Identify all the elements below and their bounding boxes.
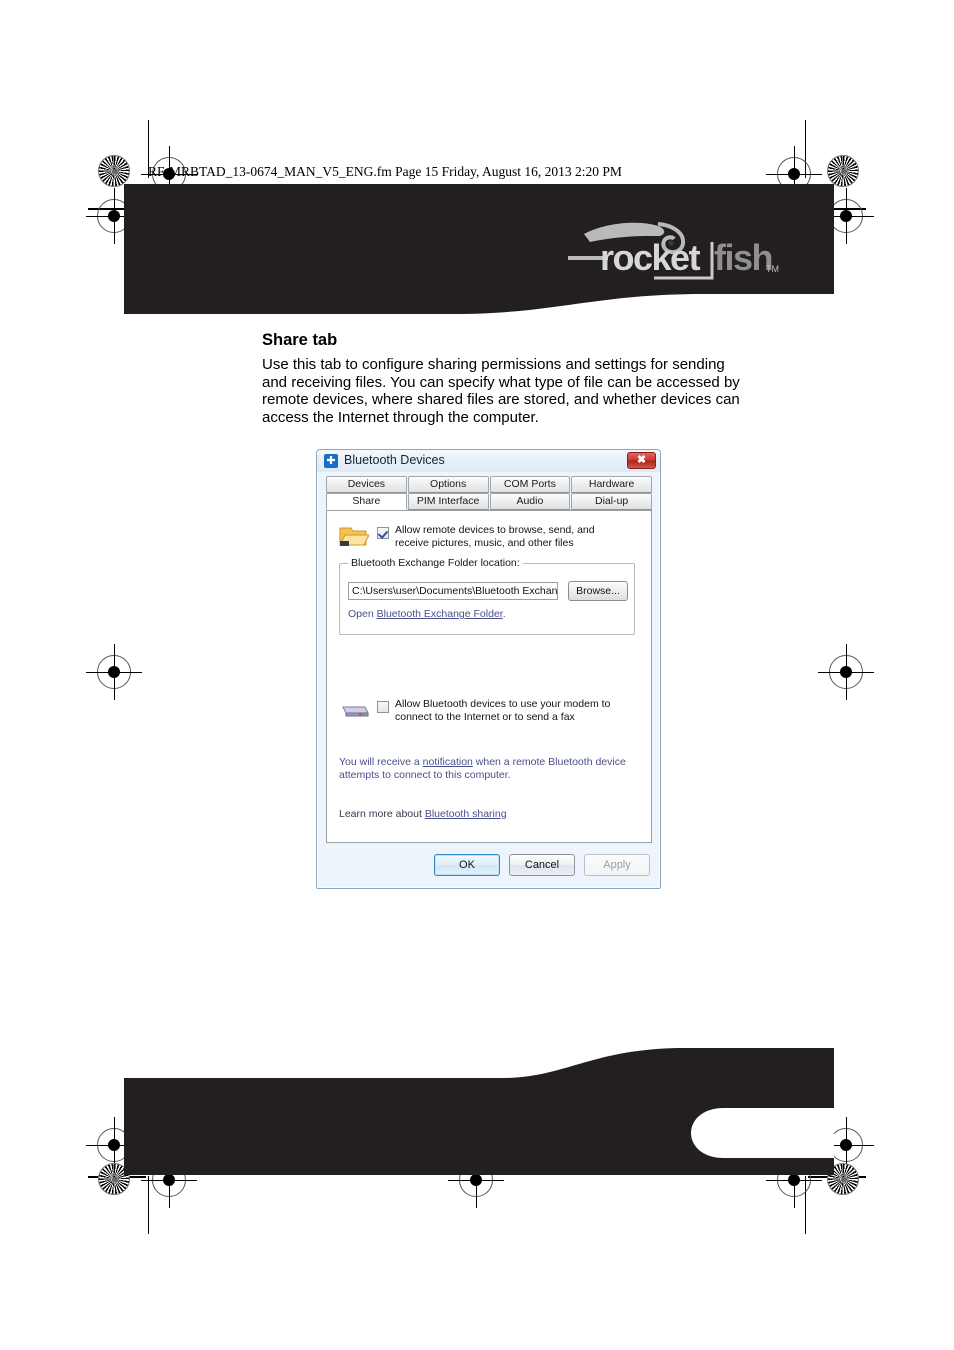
footer-page-number: 15: [751, 1083, 780, 1111]
note-part-1: You will receive a: [339, 756, 423, 768]
ok-button[interactable]: OK: [434, 854, 500, 876]
tab-hardware[interactable]: Hardware: [571, 476, 652, 493]
printed-page: rocket fish TM RF-MRBTAD_13-0674_MAN_V5_…: [0, 0, 954, 1350]
svg-text:TM: TM: [766, 264, 779, 274]
svg-text:fish: fish: [714, 237, 772, 278]
notification-link[interactable]: notification: [423, 756, 473, 768]
allow-modem-label: Allow Bluetooth devices to use your mode…: [395, 698, 611, 723]
dialog-button-bar: OK Cancel Apply: [317, 854, 662, 878]
tab-row-1: Devices Options COM Ports Hardware: [326, 476, 652, 493]
tab-dial-up[interactable]: Dial-up: [571, 493, 652, 510]
section-body-text: Use this tab to configure sharing permis…: [262, 356, 740, 426]
crop-mark-bottom-left-v: [148, 1176, 149, 1234]
density-target-top-right: [827, 155, 859, 187]
dialog-tabs: Devices Options COM Ports Hardware Share…: [326, 476, 652, 510]
learn-more-prefix: Learn more about: [339, 808, 425, 820]
learn-more-line: Learn more about Bluetooth sharing: [339, 808, 507, 820]
open-folder-line: Open Bluetooth Exchange Folder.: [348, 608, 506, 620]
cancel-button[interactable]: Cancel: [509, 854, 575, 876]
registration-mark-mid-right: [818, 644, 874, 700]
footer-page-label: RF-MRBTAD 15: [596, 1083, 780, 1112]
svg-text:rocket: rocket: [600, 237, 701, 278]
dialog-titlebar[interactable]: ✚ Bluetooth Devices ✖: [317, 450, 660, 472]
tab-audio[interactable]: Audio: [489, 493, 571, 510]
allow-modem-checkbox[interactable]: [377, 701, 389, 713]
tab-pim-interface[interactable]: PIM Interface: [407, 493, 489, 510]
registration-mark-mid-left: [86, 644, 142, 700]
density-target-top-left: [98, 155, 130, 187]
tab-devices[interactable]: Devices: [326, 476, 407, 493]
exchange-folder-path-input[interactable]: C:\Users\user\Documents\Bluetooth Exchan…: [348, 582, 558, 600]
registration-mark-mid-right-top: [818, 188, 874, 244]
open-suffix: .: [502, 608, 506, 620]
bluetooth-exchange-folder-group: Bluetooth Exchange Folder location: C:\U…: [339, 557, 635, 635]
bluetooth-devices-dialog: ✚ Bluetooth Devices ✖ Devices Options CO…: [316, 449, 661, 889]
bluetooth-sharing-link[interactable]: Bluetooth sharing: [425, 808, 507, 820]
close-icon[interactable]: ✖: [627, 452, 656, 469]
apply-button[interactable]: Apply: [584, 854, 650, 876]
open-prefix: Open: [348, 608, 377, 620]
tab-com-ports[interactable]: COM Ports: [489, 476, 571, 493]
page-title: Share tab: [262, 331, 338, 349]
tab-options[interactable]: Options: [407, 476, 489, 493]
tab-row-2: Share PIM Interface Audio Dial-up: [326, 493, 652, 510]
rocketfish-logo: rocket fish TM: [566, 212, 782, 286]
fm-filename-header: RF-MRBTAD_13-0674_MAN_V5_ENG.fm Page 15 …: [148, 164, 622, 179]
share-tab-panel: Allow remote devices to browse, send, an…: [326, 510, 652, 843]
shared-folder-icon: [339, 527, 369, 546]
dialog-title: Bluetooth Devices: [344, 453, 445, 467]
registration-mark-bottom-right: [818, 1117, 874, 1173]
open-exchange-folder-link[interactable]: Bluetooth Exchange Folder: [377, 608, 503, 620]
allow-remote-devices-checkbox[interactable]: [377, 527, 389, 539]
bluetooth-icon: ✚: [324, 454, 338, 468]
modem-icon: [342, 706, 369, 717]
group-title: Bluetooth Exchange Folder location:: [348, 557, 523, 569]
tab-share[interactable]: Share: [326, 493, 407, 510]
footer-model: RF-MRBTAD: [596, 1083, 745, 1111]
allow-remote-devices-label: Allow remote devices to browse, send, an…: [395, 524, 595, 549]
notification-note: You will receive a notification when a r…: [339, 756, 639, 782]
browse-button[interactable]: Browse...: [568, 581, 628, 601]
